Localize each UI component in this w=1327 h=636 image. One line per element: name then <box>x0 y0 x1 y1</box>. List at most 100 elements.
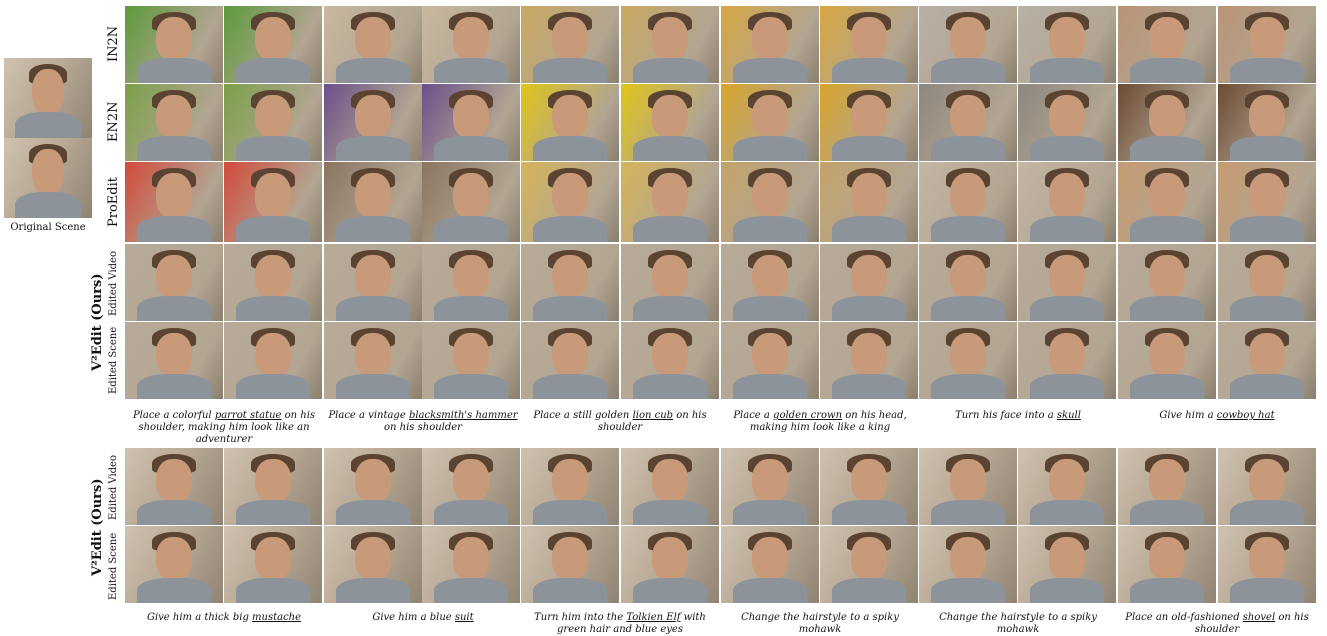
bottom-caption-6: Place an old-fashioned shovel on his sho… <box>1125 612 1309 635</box>
top-cell-r2-c4 <box>422 84 520 161</box>
top-cell-r3-c2 <box>224 162 322 242</box>
bottom-cell-r2-c8 <box>820 526 918 603</box>
bottom-cell-r2-c11 <box>1118 526 1216 603</box>
bottom-cell-r1-c2 <box>224 448 322 525</box>
original-scene-images <box>4 58 92 218</box>
top-cell-r2-c10 <box>1018 84 1116 161</box>
top-cell-r4-c6 <box>621 244 719 321</box>
top-cell-r4-c1 <box>125 244 223 321</box>
top-cell-r1-c6 <box>621 6 719 83</box>
top-cell-r4-c10 <box>1018 244 1116 321</box>
bottom-cell-r1-c5 <box>521 448 619 525</box>
bottom-caption-5: Change the hairstyle to a spiky mohawk <box>939 612 1097 635</box>
bottom-cell-r1-c10 <box>1018 448 1116 525</box>
top-cell-r1-c1 <box>125 6 223 83</box>
top-cell-r4-c2 <box>224 244 322 321</box>
top-cell-r1-c8 <box>820 6 918 83</box>
bottom-caption-2: Give him a blue suit <box>372 612 474 623</box>
top-cell-r3-c4 <box>422 162 520 242</box>
bottom-cell-r1-c8 <box>820 448 918 525</box>
top-cell-r1-c9 <box>919 6 1017 83</box>
top-cell-r3-c7 <box>721 162 819 242</box>
top-cell-r3-c12 <box>1218 162 1316 242</box>
top-cell-r2-c12 <box>1218 84 1316 161</box>
bottom-cell-r1-c9 <box>919 448 1017 525</box>
top-caption-4: Place a golden crown on his head, making… <box>733 410 907 433</box>
top-cell-r5-c7 <box>721 322 819 399</box>
top-cell-r3-c5 <box>521 162 619 242</box>
top-cell-r1-c3 <box>324 6 422 83</box>
top-cell-r4-c11 <box>1118 244 1216 321</box>
top-cell-r5-c3 <box>324 322 422 399</box>
top-cell-r4-c12 <box>1218 244 1316 321</box>
row-label-edited-scene: Edited Scene <box>108 326 119 394</box>
bottom-cell-r1-c4 <box>422 448 520 525</box>
top-cell-r1-c12 <box>1218 6 1316 83</box>
top-cell-r2-c1 <box>125 84 223 161</box>
bottom-cell-r1-c11 <box>1118 448 1216 525</box>
top-cell-r2-c3 <box>324 84 422 161</box>
row-label-edited-video-bottom: Edited Video <box>108 455 119 521</box>
top-cell-r2-c5 <box>521 84 619 161</box>
bottom-cell-r2-c5 <box>521 526 619 603</box>
top-cell-r5-c12 <box>1218 322 1316 399</box>
top-cell-r1-c4 <box>422 6 520 83</box>
top-cell-r1-c5 <box>521 6 619 83</box>
top-cell-r5-c11 <box>1118 322 1216 399</box>
original-scene-label: Original Scene <box>10 222 86 233</box>
bottom-cell-r2-c1 <box>125 526 223 603</box>
top-caption-1: Place a colorful parrot statue on his sh… <box>132 410 316 445</box>
bottom-cell-r1-c1 <box>125 448 223 525</box>
top-cell-r3-c10 <box>1018 162 1116 242</box>
top-cell-r1-c7 <box>721 6 819 83</box>
top-cell-r5-c5 <box>521 322 619 399</box>
bottom-cell-r2-c4 <box>422 526 520 603</box>
top-cell-r4-c3 <box>324 244 422 321</box>
top-cell-r2-c9 <box>919 84 1017 161</box>
top-cell-r5-c9 <box>919 322 1017 399</box>
bottom-cell-r2-c12 <box>1218 526 1316 603</box>
top-caption-3: Place a still golden lion cub on his sho… <box>533 410 707 433</box>
top-cell-r5-c1 <box>125 322 223 399</box>
row-label-in2n: IN2N <box>106 25 121 63</box>
top-cell-r3-c6 <box>621 162 719 242</box>
top-cell-r5-c4 <box>422 322 520 399</box>
top-cell-r4-c9 <box>919 244 1017 321</box>
bottom-caption-1: Give him a thick big mustache <box>146 612 302 623</box>
top-caption-2: Place a vintage blacksmith's hammer on h… <box>328 410 518 433</box>
bottom-caption-3: Turn him into the Tolkien Elf with green… <box>534 612 706 635</box>
top-cell-r1-c11 <box>1118 6 1216 83</box>
top-cell-r3-c1 <box>125 162 223 242</box>
original-scene-frame-1 <box>4 58 92 138</box>
top-cell-r4-c5 <box>521 244 619 321</box>
bottom-cell-r2-c2 <box>224 526 322 603</box>
top-cell-r3-c8 <box>820 162 918 242</box>
bottom-cell-r1-c7 <box>721 448 819 525</box>
bottom-cell-r2-c3 <box>324 526 422 603</box>
top-cell-r4-c4 <box>422 244 520 321</box>
top-cell-r4-c8 <box>820 244 918 321</box>
top-cell-r2-c11 <box>1118 84 1216 161</box>
bottom-cell-r2-c7 <box>721 526 819 603</box>
top-cell-r1-c10 <box>1018 6 1116 83</box>
top-cell-r5-c6 <box>621 322 719 399</box>
top-cell-r4-c7 <box>721 244 819 321</box>
bottom-cell-r1-c6 <box>621 448 719 525</box>
top-cell-r3-c9 <box>919 162 1017 242</box>
original-scene-frame-2 <box>4 138 92 218</box>
bottom-cell-r1-c3 <box>324 448 422 525</box>
top-cell-r2-c7 <box>721 84 819 161</box>
top-cell-r5-c8 <box>820 322 918 399</box>
top-cell-r2-c2 <box>224 84 322 161</box>
top-cell-r3-c11 <box>1118 162 1216 242</box>
top-cell-r2-c6 <box>621 84 719 161</box>
row-label-edited-scene-bottom: Edited Scene <box>108 532 119 600</box>
group-label-ours-bottom: V²Edit (Ours) <box>90 478 105 576</box>
group-label-ours-top: V²Edit (Ours) <box>90 273 105 371</box>
row-label-edited-video: Edited Video <box>108 251 119 317</box>
bottom-cell-r2-c9 <box>919 526 1017 603</box>
bottom-caption-4: Change the hairstyle to a spiky mohawk <box>741 612 899 635</box>
top-cell-r5-c2 <box>224 322 322 399</box>
top-cell-r3-c3 <box>324 162 422 242</box>
top-cell-r5-c10 <box>1018 322 1116 399</box>
